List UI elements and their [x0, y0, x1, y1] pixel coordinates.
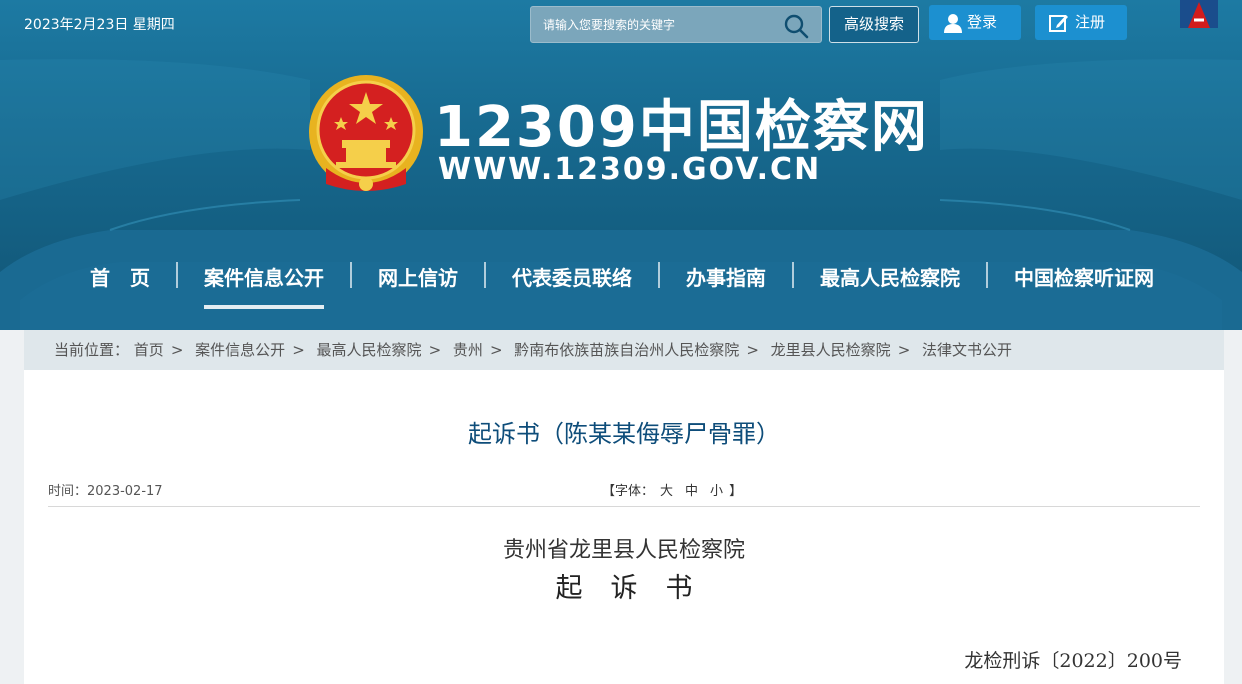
- login-button[interactable]: 登录: [929, 5, 1021, 40]
- corner-a-icon: [1188, 2, 1210, 28]
- nav-service-guide[interactable]: 办事指南: [686, 262, 766, 291]
- national-emblem: [309, 75, 423, 191]
- publish-time: 时间：2023-02-17: [48, 484, 163, 499]
- nav-separator: [176, 262, 178, 288]
- current-date: 2023年2月23日 星期四: [24, 17, 175, 33]
- breadcrumb-item[interactable]: 龙里县人民检察院: [771, 341, 891, 359]
- breadcrumb-separator: >: [170, 341, 184, 359]
- site-url: WWW.12309.GOV.CN: [438, 152, 822, 187]
- user-icon: [944, 14, 962, 33]
- search-input[interactable]: [531, 7, 781, 42]
- font-label-close: 】: [729, 484, 743, 499]
- nav-home[interactable]: 首 页: [90, 262, 150, 291]
- article-panel: 起诉书（陈某某侮辱尸骨罪） 时间：2023-02-17 【字体： 大中小】 贵州省…: [24, 370, 1224, 684]
- breadcrumb-separator: >: [897, 341, 911, 359]
- breadcrumb-separator: >: [292, 341, 305, 359]
- breadcrumb-prefix: 当前位置：: [54, 341, 130, 359]
- document-type: 起诉书: [555, 573, 721, 604]
- breadcrumb-item[interactable]: 黔南布依族苗族自治州人民检察院: [514, 341, 739, 359]
- main-nav: 首 页 案件信息公开 网上信访 代表委员联络 办事指南 最高人民检察院 中国检察…: [0, 250, 1242, 310]
- site-header: 2023年2月23日 星期四 高级搜索 登录 注册: [0, 0, 1242, 330]
- search-box: [530, 6, 822, 43]
- breadcrumb-item[interactable]: 首页: [134, 341, 164, 359]
- nav-separator: [484, 262, 486, 288]
- breadcrumb-item[interactable]: 最高人民检察院: [317, 341, 422, 359]
- divider: [48, 506, 1200, 507]
- register-button[interactable]: 注册: [1035, 5, 1127, 40]
- nav-separator: [350, 262, 352, 288]
- breadcrumb-separator: >: [746, 341, 759, 359]
- breadcrumb: 当前位置： 首页 > 案件信息公开 > 最高人民检察院 > 贵州 > 黔南布依族苗族自治…: [24, 330, 1224, 370]
- nav-online-petition[interactable]: 网上信访: [378, 262, 458, 291]
- font-size-small[interactable]: 小: [710, 484, 723, 499]
- nav-active-indicator: [204, 305, 324, 309]
- nav-representative-liaison[interactable]: 代表委员联络: [512, 262, 632, 291]
- edit-icon: [1049, 15, 1068, 32]
- nav-supreme-procuratorate[interactable]: 最高人民检察院: [820, 262, 960, 291]
- breadcrumb-item[interactable]: 贵州: [453, 341, 483, 359]
- corner-badge[interactable]: [1180, 0, 1218, 28]
- breadcrumb-separator: >: [428, 341, 442, 359]
- register-label: 注册: [1075, 13, 1106, 31]
- login-label: 登录: [967, 13, 998, 31]
- nav-case-info[interactable]: 案件信息公开: [204, 262, 324, 291]
- document-organization: 贵州省龙里县人民检察院: [502, 538, 745, 563]
- site-title: 12309中国检察网: [434, 95, 929, 160]
- nav-hearing-network[interactable]: 中国检察听证网: [1014, 262, 1154, 291]
- breadcrumb-separator: >: [489, 341, 503, 359]
- article-title: 起诉书（陈某某侮辱尸骨罪）: [468, 420, 780, 448]
- nav-separator: [986, 262, 988, 288]
- font-size-medium[interactable]: 中: [685, 484, 698, 499]
- breadcrumb-item[interactable]: 案件信息公开: [195, 341, 285, 359]
- nav-separator: [658, 262, 660, 288]
- advanced-search-button[interactable]: 高级搜索: [829, 6, 919, 43]
- font-size-switcher: 【字体： 大中小】: [602, 480, 742, 499]
- nav-separator: [792, 262, 794, 288]
- right-gutter: [1226, 370, 1242, 684]
- font-size-large[interactable]: 大: [660, 484, 673, 499]
- breadcrumb-item[interactable]: 法律文书公开: [922, 341, 1012, 359]
- document-number: 龙检刑诉〔2022〕200号: [964, 650, 1182, 672]
- font-label-open: 【字体：: [602, 484, 655, 499]
- search-icon[interactable]: [783, 13, 809, 39]
